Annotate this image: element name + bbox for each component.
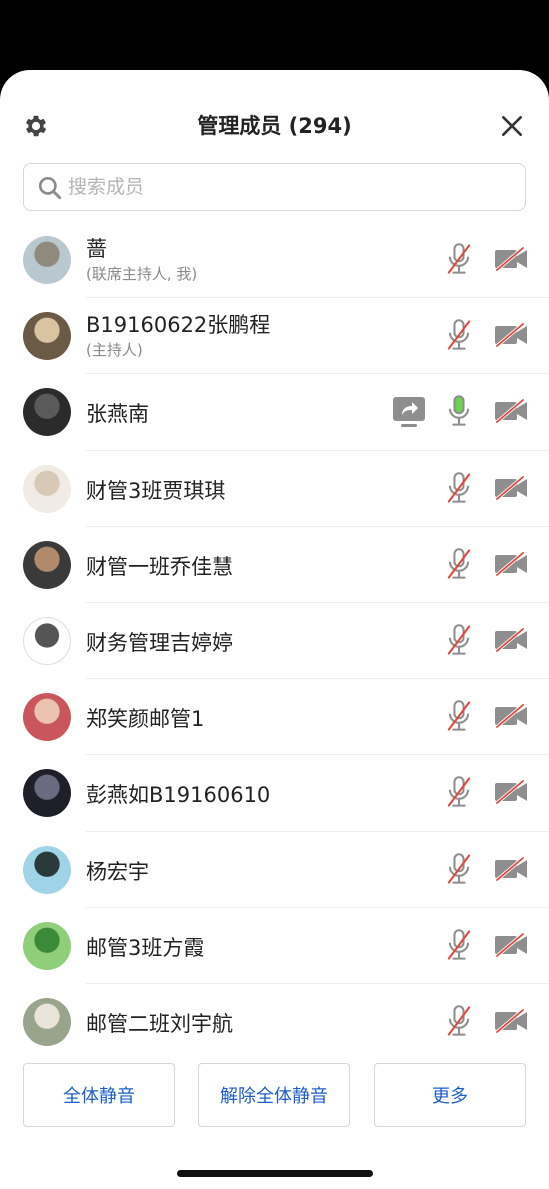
member-name: 邮管二班刘宇航 <box>86 1011 233 1036</box>
camera-off-icon[interactable] <box>494 475 528 500</box>
member-row[interactable]: 郑笑颜邮管1 <box>0 679 549 756</box>
mute-all-button[interactable]: 全体静音 <box>23 1063 175 1127</box>
page-title: 管理成员 (294) <box>197 114 352 138</box>
member-row[interactable]: 邮管二班刘宇航 <box>0 984 549 1060</box>
member-role: (联席主持人, 我) <box>86 265 198 283</box>
camera-off-icon[interactable] <box>494 627 528 652</box>
avatar <box>23 540 71 589</box>
mic-muted-icon[interactable] <box>445 775 473 809</box>
mic-muted-icon[interactable] <box>445 242 473 276</box>
avatar <box>23 921 71 970</box>
more-button[interactable]: 更多 <box>374 1063 526 1127</box>
member-name: 彭燕如B19160610 <box>86 783 271 808</box>
camera-off-icon[interactable] <box>494 399 528 424</box>
camera-off-icon[interactable] <box>494 247 528 271</box>
mic-muted-icon[interactable] <box>445 471 473 505</box>
avatar <box>23 616 71 665</box>
member-row[interactable]: B19160622张鹏程 (主持人) <box>0 298 549 375</box>
home-indicator <box>177 1170 373 1177</box>
mic-muted-icon[interactable] <box>445 623 473 657</box>
member-row[interactable]: 财管3班贾琪琪 <box>0 451 549 527</box>
avatar <box>23 997 71 1046</box>
screen-share-icon[interactable] <box>392 396 426 428</box>
camera-off-icon[interactable] <box>494 323 528 348</box>
camera-off-icon[interactable] <box>494 780 528 805</box>
camera-off-icon[interactable] <box>494 704 528 729</box>
member-name: 杨宏宇 <box>86 859 149 884</box>
member-name: B19160622张鹏程 <box>86 313 271 338</box>
mic-muted-icon[interactable] <box>445 699 473 733</box>
manage-members-sheet: 管理成员 (294) 蔷 (联席主持人, 我) B19160622张鹏程 (主持人) 张… <box>0 70 549 1189</box>
member-row[interactable]: 张燕南 <box>0 374 549 451</box>
mic-active-icon[interactable] <box>445 394 473 428</box>
camera-off-icon[interactable] <box>494 1008 528 1033</box>
mic-muted-icon[interactable] <box>445 852 473 886</box>
avatar <box>23 464 71 513</box>
member-row[interactable]: 财管一班乔佳慧 <box>0 527 549 603</box>
header: 管理成员 (294) <box>0 70 549 160</box>
camera-off-icon[interactable] <box>494 932 528 957</box>
mic-muted-icon[interactable] <box>445 318 473 352</box>
action-buttons: 全体静音 解除全体静音 更多 <box>0 1063 549 1127</box>
avatar <box>23 769 71 818</box>
search-input[interactable] <box>68 170 508 204</box>
mic-muted-icon[interactable] <box>445 928 473 962</box>
member-row[interactable]: 蔷 (联席主持人, 我) <box>0 222 549 299</box>
avatar <box>23 312 71 361</box>
member-row[interactable]: 杨宏宇 <box>0 832 549 908</box>
member-name: 郑笑颜邮管1 <box>86 707 205 732</box>
avatar <box>23 388 71 437</box>
mic-muted-icon[interactable] <box>445 547 473 581</box>
member-name: 张燕南 <box>86 402 149 427</box>
member-name: 财管3班贾琪琪 <box>86 478 226 503</box>
avatar <box>23 236 71 284</box>
member-name: 邮管3班方霞 <box>86 935 205 960</box>
member-row[interactable]: 邮管3班方霞 <box>0 908 549 984</box>
close-icon[interactable] <box>499 113 525 139</box>
member-name: 财管一班乔佳慧 <box>86 554 233 579</box>
member-list: 蔷 (联席主持人, 我) B19160622张鹏程 (主持人) 张燕南财管3班贾琪琪 财管… <box>0 222 549 1060</box>
member-name: 财务管理吉婷婷 <box>86 630 233 655</box>
member-row[interactable]: 彭燕如B19160610 <box>0 755 549 832</box>
member-name: 蔷 <box>86 237 107 261</box>
member-role: (主持人) <box>86 341 143 360</box>
mic-muted-icon[interactable] <box>445 1004 473 1038</box>
unmute-all-button[interactable]: 解除全体静音 <box>198 1063 350 1127</box>
avatar <box>23 845 71 894</box>
member-row[interactable]: 财务管理吉婷婷 <box>0 603 549 680</box>
camera-off-icon[interactable] <box>494 856 528 881</box>
avatar <box>23 693 71 742</box>
search-icon <box>38 176 62 200</box>
search-box[interactable] <box>23 163 526 211</box>
camera-off-icon[interactable] <box>494 551 528 576</box>
